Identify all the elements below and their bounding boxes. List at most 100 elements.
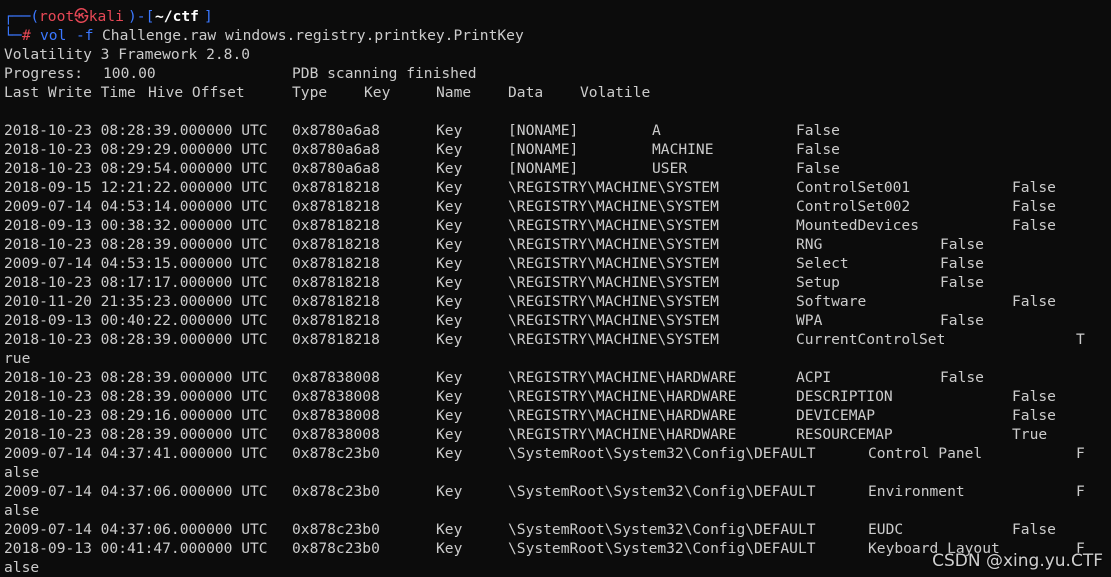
cell-name: CurrentControlSet: [796, 331, 946, 348]
cell-type: Key: [436, 540, 463, 557]
prompt-directory: ~/ctf: [155, 8, 199, 25]
cell-hive-offset: 0x87838008: [292, 369, 380, 386]
cell-key: \SystemRoot\System32\Config\DEFAULT: [508, 445, 816, 462]
cell-name: Setup: [796, 274, 840, 291]
cell-volatile: False: [940, 255, 984, 272]
cell-last-write-time: 2018-09-15 12:21:22.000000 UTC: [4, 179, 268, 196]
cell-hive-offset: 0x87838008: [292, 426, 380, 443]
cell-name: Software: [796, 293, 867, 310]
progress-label: Progress:: [4, 65, 84, 82]
cell-volatile: True: [1012, 426, 1048, 443]
cell-hive-offset: 0x87818218: [292, 217, 380, 234]
cell-volatile: F: [1076, 483, 1085, 500]
command-flag: -f: [76, 27, 94, 44]
cell-last-write-time: 2018-10-23 08:29:16.000000 UTC: [4, 407, 268, 424]
cell-last-write-time: 2018-10-23 08:28:39.000000 UTC: [4, 369, 268, 386]
cell-hive-offset: 0x87818218: [292, 198, 380, 215]
cell-hive-offset: 0x8780a6a8: [292, 122, 380, 139]
cell-name: MountedDevices: [796, 217, 920, 234]
cell-key: \REGISTRY\MACHINE\SYSTEM: [508, 255, 719, 272]
cell-type: Key: [436, 236, 463, 253]
cell-name: Environment: [868, 483, 965, 500]
prompt-bracket-end: ]: [204, 8, 213, 25]
cell-type: Key: [436, 388, 463, 405]
cell-type: Key: [436, 426, 463, 443]
cell-volatile: False: [1012, 521, 1056, 538]
cell-volatile: False: [1012, 179, 1056, 196]
cell-key: [NONAME]: [508, 141, 579, 158]
cell-key: \REGISTRY\MACHINE\HARDWARE: [508, 407, 737, 424]
cell-key: \REGISTRY\MACHINE\SYSTEM: [508, 236, 719, 253]
cell-last-write-time: 2018-10-23 08:29:54.000000 UTC: [4, 160, 268, 177]
terminal-window[interactable]: ┌──( root㉿kali )-[ ~/ctf ] └─ # vol -f C…: [0, 0, 1111, 576]
cell-volatile: False: [1012, 388, 1056, 405]
column-header: Type: [292, 84, 328, 101]
command-vol: vol: [40, 27, 67, 44]
cell-volatile-wrap: alse: [4, 502, 40, 519]
cell-last-write-time: 2009-07-14 04:37:41.000000 UTC: [4, 445, 268, 462]
command-line: └─ # vol -f Challenge.raw windows.regist…: [4, 26, 524, 45]
cell-name: EUDC: [868, 521, 904, 538]
cell-volatile: False: [940, 274, 984, 291]
cell-volatile-wrap: alse: [4, 464, 40, 481]
cell-volatile: False: [940, 369, 984, 386]
cell-key: \REGISTRY\MACHINE\HARDWARE: [508, 426, 737, 443]
framework-version: Volatility 3 Framework 2.8.0: [4, 46, 251, 63]
cell-volatile: T: [1076, 331, 1085, 348]
cell-last-write-time: 2018-10-23 08:17:17.000000 UTC: [4, 274, 268, 291]
cell-type: Key: [436, 122, 463, 139]
cell-volatile: False: [1012, 407, 1056, 424]
cell-hive-offset: 0x87818218: [292, 293, 380, 310]
column-header: Key: [364, 84, 391, 101]
cell-hive-offset: 0x87838008: [292, 388, 380, 405]
cell-type: Key: [436, 160, 463, 177]
cell-key: \SystemRoot\System32\Config\DEFAULT: [508, 521, 816, 538]
cell-last-write-time: 2018-09-13 00:41:47.000000 UTC: [4, 540, 268, 557]
cell-key: \REGISTRY\MACHINE\SYSTEM: [508, 217, 719, 234]
cell-key: \REGISTRY\MACHINE\SYSTEM: [508, 331, 719, 348]
cell-last-write-time: 2009-07-14 04:37:06.000000 UTC: [4, 521, 268, 538]
cell-name: ControlSet001: [796, 179, 911, 196]
cell-type: Key: [436, 293, 463, 310]
cell-volatile: False: [1012, 217, 1056, 234]
command-args: Challenge.raw windows.registry.printkey.…: [102, 27, 524, 44]
column-header: Volatile: [580, 84, 651, 101]
cell-last-write-time: 2018-10-23 08:28:39.000000 UTC: [4, 426, 268, 443]
cell-volatile: False: [1012, 198, 1056, 215]
cell-volatile: False: [796, 122, 840, 139]
cell-key: \SystemRoot\System32\Config\DEFAULT: [508, 540, 816, 557]
cell-hive-offset: 0x87818218: [292, 312, 380, 329]
cell-key: \REGISTRY\MACHINE\SYSTEM: [508, 312, 719, 329]
progress-status: PDB scanning finished: [292, 65, 477, 82]
watermark: CSDN @xing.yu.CTF: [932, 551, 1103, 571]
cell-hive-offset: 0x87818218: [292, 236, 380, 253]
cell-hive-offset: 0x8780a6a8: [292, 141, 380, 158]
cell-name: A: [652, 122, 661, 139]
column-header: Name: [436, 84, 472, 101]
cell-volatile: False: [1012, 293, 1056, 310]
cell-volatile-wrap: rue: [4, 350, 31, 367]
prompt-box-top: ┌──(: [4, 8, 40, 25]
cell-hive-offset: 0x8780a6a8: [292, 160, 380, 177]
cell-type: Key: [436, 141, 463, 158]
cell-name: DESCRIPTION: [796, 388, 893, 405]
cell-name: ControlSet002: [796, 198, 911, 215]
column-header: Data: [508, 84, 544, 101]
cell-key: \REGISTRY\MACHINE\HARDWARE: [508, 369, 737, 386]
progress-value: 100.00: [103, 65, 156, 82]
cell-name: DEVICEMAP: [796, 407, 876, 424]
cell-key: \REGISTRY\MACHINE\SYSTEM: [508, 198, 719, 215]
cell-type: Key: [436, 198, 463, 215]
column-header-row: Last Write Time Hive Offset Type Key Nam…: [4, 83, 650, 102]
cell-hive-offset: 0x878c23b0: [292, 483, 380, 500]
cell-hive-offset: 0x878c23b0: [292, 540, 380, 557]
cell-type: Key: [436, 445, 463, 462]
cell-volatile: F: [1076, 445, 1085, 462]
progress-line: Progress: 100.00 PDB scanning finished: [4, 64, 477, 83]
cell-hive-offset: 0x87818218: [292, 255, 380, 272]
cell-hive-offset: 0x87838008: [292, 407, 380, 424]
cell-volatile-wrap: alse: [4, 559, 40, 576]
version-line: Volatility 3 Framework 2.8.0: [4, 45, 250, 64]
cell-key: \REGISTRY\MACHINE\SYSTEM: [508, 274, 719, 291]
cell-hive-offset: 0x878c23b0: [292, 521, 380, 538]
